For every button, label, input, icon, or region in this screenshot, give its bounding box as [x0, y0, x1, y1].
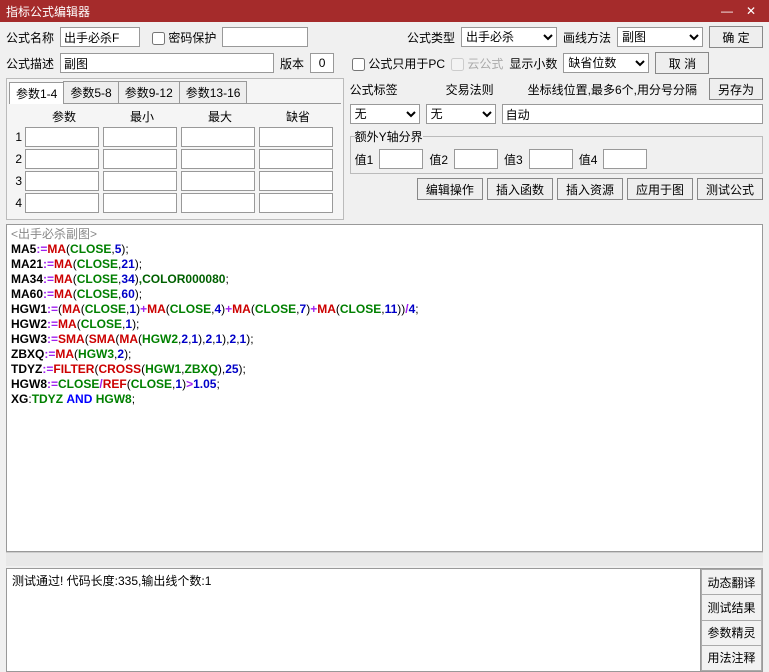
tab-params-1-4[interactable]: 参数1-4	[9, 82, 64, 104]
pwd-checkbox[interactable]	[152, 32, 165, 45]
p1-def[interactable]	[259, 127, 333, 147]
param-col-max: 最大	[181, 108, 259, 125]
pc-only-checkbox[interactable]	[352, 58, 365, 71]
desc-input[interactable]	[60, 53, 274, 73]
param-col-min: 最小	[103, 108, 181, 125]
formula-name-input[interactable]	[60, 27, 140, 47]
tab-params-5-8[interactable]: 参数5-8	[63, 81, 118, 103]
param-col-name: 参数	[25, 108, 103, 125]
drawmethod-label: 画线方法	[563, 29, 611, 46]
p1-name[interactable]	[25, 127, 99, 147]
test-formula-button[interactable]: 测试公式	[697, 178, 763, 200]
name-label: 公式名称	[6, 29, 54, 46]
desc-label: 公式描述	[6, 55, 54, 72]
decimals-label: 显示小数	[509, 55, 557, 72]
cloud-label: 云公式	[451, 55, 503, 72]
p1-min[interactable]	[103, 127, 177, 147]
p3-max[interactable]	[181, 171, 255, 191]
p2-max[interactable]	[181, 149, 255, 169]
p1-max[interactable]	[181, 127, 255, 147]
coord-hint-label: 坐标线位置,最多6个,用分号分隔	[528, 81, 697, 98]
formula-type-select[interactable]: 出手必杀	[461, 27, 557, 47]
p4-def[interactable]	[259, 193, 333, 213]
traderule-select[interactable]: 无	[426, 104, 496, 124]
save-as-button[interactable]: 另存为	[709, 78, 763, 100]
p3-min[interactable]	[103, 171, 177, 191]
apply-fig-button[interactable]: 应用于图	[627, 178, 693, 200]
tag-label: 公式标签	[350, 81, 398, 98]
pc-only-label[interactable]: 公式只用于PC	[352, 55, 445, 72]
p2-def[interactable]	[259, 149, 333, 169]
tab-params-13-16[interactable]: 参数13-16	[179, 81, 248, 103]
yaxis-v1[interactable]	[379, 149, 423, 169]
p2-min[interactable]	[103, 149, 177, 169]
tag-select[interactable]: 无	[350, 104, 420, 124]
pwd-protect-label[interactable]: 密码保护	[152, 29, 216, 46]
coord-input[interactable]	[502, 104, 763, 124]
edit-op-button[interactable]: 编辑操作	[417, 178, 483, 200]
hscrollbar[interactable]	[6, 552, 763, 566]
p4-name[interactable]	[25, 193, 99, 213]
tab-params-9-12[interactable]: 参数9-12	[118, 81, 180, 103]
p3-def[interactable]	[259, 171, 333, 191]
version-input[interactable]	[310, 53, 334, 73]
type-label: 公式类型	[407, 29, 455, 46]
param-wizard-button[interactable]: 参数精灵	[701, 621, 762, 646]
test-result-button[interactable]: 测试结果	[701, 595, 762, 620]
decimals-select[interactable]: 缺省位数	[563, 53, 649, 73]
p4-min[interactable]	[103, 193, 177, 213]
minimize-icon[interactable]: —	[715, 4, 739, 18]
yaxis-v4[interactable]	[603, 149, 647, 169]
ok-button[interactable]: 确 定	[709, 26, 763, 48]
cancel-button[interactable]: 取 消	[655, 52, 709, 74]
insert-fn-button[interactable]: 插入函数	[487, 178, 553, 200]
window-title: 指标公式编辑器	[6, 3, 715, 20]
cloud-checkbox	[451, 58, 464, 71]
yaxis-legend: 额外Y轴分界	[355, 128, 423, 145]
dyn-translate-button[interactable]: 动态翻译	[701, 569, 762, 595]
traderule-label: 交易法则	[446, 81, 494, 98]
pwd-input[interactable]	[222, 27, 308, 47]
p2-name[interactable]	[25, 149, 99, 169]
insert-res-button[interactable]: 插入资源	[557, 178, 623, 200]
usage-note-button[interactable]: 用法注释	[701, 646, 762, 671]
yaxis-v2[interactable]	[454, 149, 498, 169]
code-editor[interactable]: <出手必杀副图>MA5:=MA(CLOSE,5);MA21:=MA(CLOSE,…	[6, 224, 763, 552]
p3-name[interactable]	[25, 171, 99, 191]
draw-method-select[interactable]: 副图	[617, 27, 703, 47]
version-label: 版本	[280, 55, 304, 72]
close-icon[interactable]: ✕	[739, 4, 763, 18]
p4-max[interactable]	[181, 193, 255, 213]
yaxis-v3[interactable]	[529, 149, 573, 169]
param-col-def: 缺省	[259, 108, 337, 125]
